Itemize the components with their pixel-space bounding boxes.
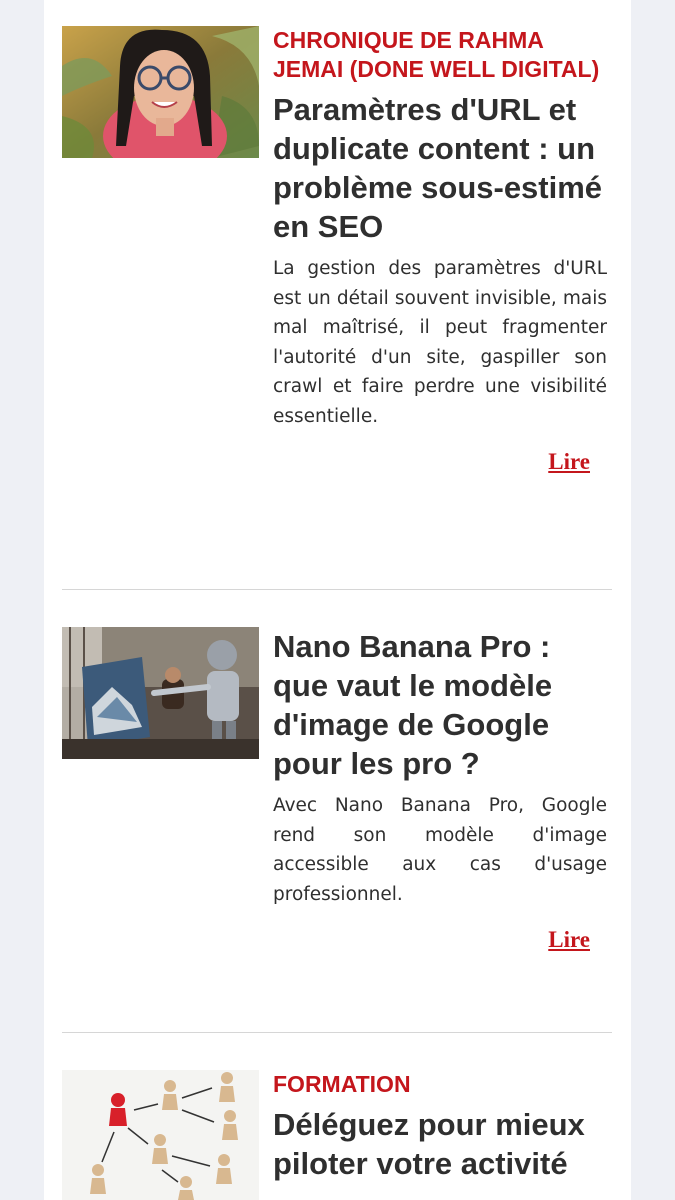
article-content: CHRONIQUE DE RAHMA JEMAI (DONE WELL DIGI…: [273, 26, 607, 475]
article-content: FORMATION Déléguez pour mieux piloter vo…: [273, 1070, 607, 1191]
article-content: Nano Banana Pro : que vaut le modèle d'i…: [273, 627, 607, 953]
article-title[interactable]: Nano Banana Pro : que vaut le modèle d'i…: [273, 627, 607, 783]
article-category[interactable]: CHRONIQUE DE RAHMA JEMAI (DONE WELL DIGI…: [273, 26, 607, 84]
divider: [62, 589, 612, 590]
article-thumbnail-delegation[interactable]: [62, 1070, 259, 1200]
article-title[interactable]: Déléguez pour mieux piloter votre activi…: [273, 1105, 607, 1183]
read-link[interactable]: Lire: [273, 449, 607, 475]
robot-painter-image: [62, 627, 259, 759]
article-title[interactable]: Paramètres d'URL et duplicate content : …: [273, 90, 607, 246]
article-excerpt: Avec Nano Banana Pro, Google rend son mo…: [273, 795, 607, 905]
portrait-image: [62, 26, 259, 158]
delegation-pawns-image: [62, 1070, 259, 1200]
article-excerpt: La gestion des paramètres d'URL est un d…: [273, 258, 607, 427]
newsletter-column: CHRONIQUE DE RAHMA JEMAI (DONE WELL DIGI…: [44, 0, 631, 1200]
read-link[interactable]: Lire: [273, 927, 607, 953]
article-category[interactable]: FORMATION: [273, 1070, 607, 1099]
article-thumbnail-robot-painter[interactable]: [62, 627, 259, 759]
article-thumbnail-portrait[interactable]: [62, 26, 259, 158]
divider: [62, 1032, 612, 1033]
